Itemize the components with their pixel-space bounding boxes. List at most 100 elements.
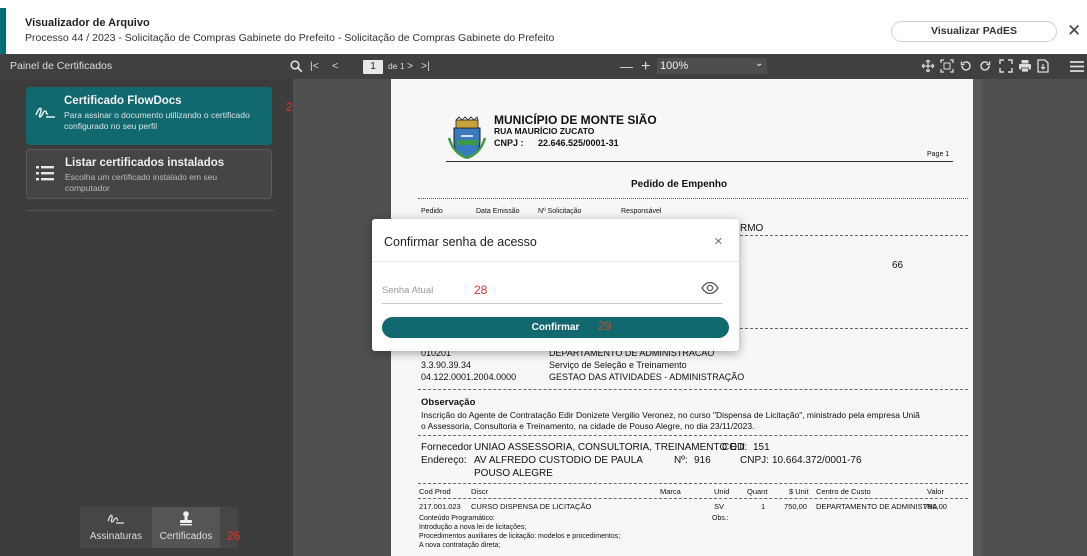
item-cod: 217.001.023 xyxy=(419,502,461,511)
item-disc: CURSO DISPENSA DE LICITAÇÃO xyxy=(471,502,592,511)
cod-label: COD: xyxy=(722,442,747,453)
certificados-tab[interactable]: Certificados xyxy=(152,507,220,548)
password-input[interactable]: Senha Atual xyxy=(382,285,433,296)
rotate-left-icon[interactable] xyxy=(959,59,973,73)
endereco-value: AV ALFREDO CUSTODIO DE PAULA xyxy=(474,455,643,466)
dashed-rule xyxy=(418,483,968,484)
title-accent xyxy=(0,8,6,54)
dotacao-2: 3.3.90.39.34 xyxy=(421,360,472,370)
zoom-select[interactable]: 100% ⌄ xyxy=(657,58,767,74)
signature-icon xyxy=(35,107,55,118)
prev-page-button[interactable]: < xyxy=(332,54,338,79)
assinaturas-tab[interactable]: Assinaturas xyxy=(80,507,152,548)
bottom-nav: Assinaturas Certificados xyxy=(80,507,238,548)
items-col-unit: $ Unit xyxy=(789,487,809,496)
conteudo-2: Procedimentos auxiliares de licitação: m… xyxy=(419,533,621,540)
pan-icon[interactable] xyxy=(921,59,935,73)
fornecedor-name: UNIAO ASSESSORIA, CONSULTORIA, TREINAMEN… xyxy=(474,442,745,453)
zoom-in-button[interactable]: + xyxy=(641,54,650,79)
org-cnpj: 22.646.525/0001-31 xyxy=(538,138,619,148)
listar-certificados-card[interactable]: Listar certificados instalados Escolha u… xyxy=(26,149,272,199)
dotacao-3: 04.122.0001.2004.0000 xyxy=(421,372,517,382)
password-underline xyxy=(382,303,722,304)
fit-page-icon[interactable] xyxy=(940,59,954,73)
org-name: MUNICÍPIO DE MONTE SIÃO xyxy=(494,113,657,127)
zoom-out-button[interactable]: — xyxy=(620,54,633,79)
print-icon[interactable] xyxy=(1018,59,1032,73)
panel-label: Painel de Certificados xyxy=(10,60,113,72)
conteudo-1: Introdução a nova lei de licitações; xyxy=(419,524,527,531)
window-title: Visualizador de Arquivo xyxy=(25,17,150,29)
numero-label: Nº: xyxy=(674,455,688,466)
col-emissao: Data Emissão xyxy=(476,208,520,215)
items-col-disc: Discr xyxy=(471,487,489,496)
conteudo-label: Conteúdo Programático: xyxy=(419,515,495,522)
download-icon[interactable] xyxy=(1036,59,1050,73)
page-number-input[interactable]: 1 xyxy=(363,60,383,74)
fornecedor-label: Fornecedor xyxy=(421,442,473,453)
cnpj2-value: 10.664.372/0001-76 xyxy=(772,455,862,466)
header-rule xyxy=(446,161,953,162)
cnpj2-label: CNPJ: xyxy=(740,455,769,466)
title-bar: Visualizador de Arquivo Processo 44 / 20… xyxy=(0,0,1087,54)
item-unid: SV xyxy=(714,502,725,511)
last-page-button[interactable]: >| xyxy=(421,54,430,79)
menu-icon[interactable] xyxy=(1070,60,1084,73)
dashed-rule xyxy=(418,389,968,390)
numero-value: 916 xyxy=(694,455,711,466)
zoom-value: 100% xyxy=(660,60,689,72)
endereco-label: Endereço: xyxy=(421,455,467,466)
stamp-icon xyxy=(180,511,192,526)
certificado-flowdocs-card[interactable]: Certificado FlowDocs Para assinar o docu… xyxy=(26,87,272,145)
card-description: Escolha um certificado instalado em seu … xyxy=(65,172,218,193)
items-col-cod: Cod Prod xyxy=(419,487,451,496)
viewer-toolbar: Painel de Certificados |< < 1 de 1 > >| … xyxy=(0,54,1087,79)
close-icon[interactable]: × xyxy=(714,233,723,250)
col-responsavel: Responsável xyxy=(621,208,662,215)
rotate-right-icon[interactable] xyxy=(978,59,992,73)
page-label: Page 1 xyxy=(927,151,950,158)
document-title: Pedido de Empenho xyxy=(631,179,728,190)
list-icon xyxy=(36,166,54,181)
card-title: Listar certificados instalados xyxy=(65,157,225,169)
items-col-marca: Marca xyxy=(660,487,681,496)
assinaturas-label: Assinaturas xyxy=(89,531,143,542)
dotacao-2-desc: Serviço de Seleção e Treinamento xyxy=(549,360,687,370)
app-window: Visualizador de Arquivo Processo 44 / 20… xyxy=(0,0,1087,556)
item-centro: DEPARTAMENTO DE ADMINISTRA xyxy=(816,502,938,511)
obs-line-1: Inscrição do Agente de Contratação Edir … xyxy=(421,410,920,420)
eye-icon[interactable] xyxy=(701,281,719,295)
dashed-rule xyxy=(740,235,968,236)
search-icon[interactable] xyxy=(290,60,303,73)
next-page-button[interactable]: > xyxy=(407,54,413,79)
chevron-down-icon: ⌄ xyxy=(755,58,764,69)
close-window-icon[interactable]: ✕ xyxy=(1067,22,1081,39)
card-title: Certificado FlowDocs xyxy=(64,95,182,107)
page-scrollbar[interactable] xyxy=(973,79,982,556)
confirmar-button[interactable]: Confirmar xyxy=(382,317,729,338)
coat-of-arms-icon xyxy=(447,116,487,160)
responsavel-partial: RMO xyxy=(740,223,764,234)
items-col-centro: Centro de Custo xyxy=(816,487,871,496)
signature-icon xyxy=(107,514,124,524)
org-address: RUA MAURÍCIO ZUCATO xyxy=(494,126,595,136)
dashed-rule xyxy=(418,435,968,436)
card-description: Para assinar o documento utilizando o ce… xyxy=(64,110,250,131)
dashed-rule xyxy=(740,328,968,329)
fullscreen-icon[interactable] xyxy=(999,59,1013,73)
modal-divider xyxy=(372,261,739,262)
obs-short: Obs.: xyxy=(712,515,729,522)
item-unit: 750,00 xyxy=(784,502,807,511)
annotation-28: 28 xyxy=(474,283,488,297)
modal-title: Confirmar senha de acesso xyxy=(384,235,537,249)
items-col-unid: Unid xyxy=(714,487,730,496)
item-valor: 750,00 xyxy=(924,502,947,511)
visualizar-pades-button[interactable]: Visualizar PAdES xyxy=(891,21,1057,42)
certificados-label: Certificados xyxy=(159,531,213,542)
first-page-button[interactable]: |< xyxy=(310,54,319,79)
org-cnpj-label: CNPJ : xyxy=(494,138,524,148)
conteudo-3: A nova contratação direta; xyxy=(419,542,501,549)
annotation-29: 29 xyxy=(598,319,612,333)
items-col-valor: Valor xyxy=(927,487,944,496)
col-pedido: Pedido xyxy=(421,208,443,215)
